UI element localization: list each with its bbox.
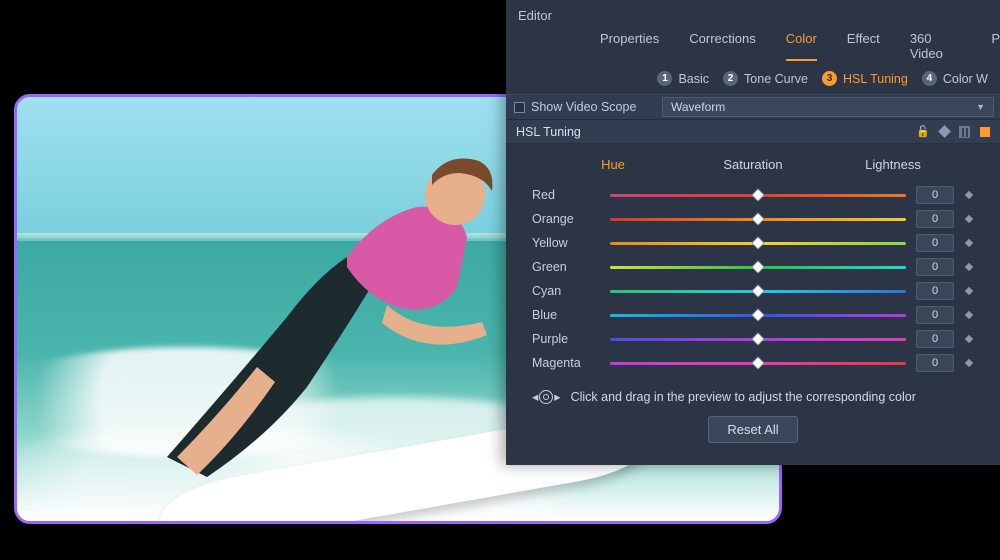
slider-thumb[interactable] [751, 236, 764, 249]
target-picker-icon[interactable]: ◂▸ [532, 389, 561, 404]
keyframe-diamond-icon[interactable] [965, 263, 973, 271]
checkbox-icon [514, 102, 525, 113]
red-slider[interactable] [610, 188, 906, 202]
hint-text: Click and drag in the preview to adjust … [571, 390, 916, 404]
slider-row-cyan: Cyan 0 [532, 279, 974, 303]
orange-slider[interactable] [610, 212, 906, 226]
slider-row-purple: Purple 0 [532, 327, 974, 351]
green-slider[interactable] [610, 260, 906, 274]
tab-p[interactable]: P [991, 31, 1000, 61]
cyan-slider[interactable] [610, 284, 906, 298]
keyframe-diamond-icon[interactable] [965, 359, 973, 367]
subtab-label: Color W [943, 72, 988, 86]
tab-properties[interactable]: Properties [600, 31, 659, 61]
enable-toggle-icon[interactable] [980, 127, 990, 137]
keyframe-diamond-icon[interactable] [965, 311, 973, 319]
subtab-label: Basic [678, 72, 709, 86]
slider-thumb[interactable] [751, 332, 764, 345]
slider-thumb[interactable] [751, 284, 764, 297]
scope-row: Show Video Scope Waveform ▼ [506, 94, 1000, 120]
hsl-tab-hue[interactable]: Hue [543, 152, 683, 177]
scope-select[interactable]: Waveform ▼ [662, 97, 994, 117]
slider-label: Green [532, 260, 600, 274]
main-tabs: Properties Corrections Color Effect 360 Vide… [506, 27, 1000, 65]
trash-icon[interactable] [959, 126, 970, 138]
yellow-slider[interactable] [610, 236, 906, 250]
blue-slider[interactable] [610, 308, 906, 322]
color-sliders: Red0Orange0Yellow0Green0Cyan0Blue0Purple… [506, 181, 1000, 377]
slider-label: Red [532, 188, 600, 202]
subtab-basic[interactable]: 1 Basic [657, 71, 709, 86]
surfer-figure [87, 94, 557, 524]
slider-label: Yellow [532, 236, 600, 250]
keyframe-diamond-icon[interactable] [965, 335, 973, 343]
chevron-down-icon: ▼ [976, 102, 985, 112]
section-header: HSL Tuning 🔓 [506, 120, 1000, 144]
select-value: Waveform [671, 100, 725, 114]
subtab-tone-curve[interactable]: 2 Tone Curve [723, 71, 808, 86]
slider-row-magenta: Magenta 0 [532, 351, 974, 375]
hsl-tab-lightness[interactable]: Lightness [823, 152, 963, 177]
slider-value-input[interactable]: 0 [916, 306, 954, 324]
drag-hint: ◂▸ Click and drag in the preview to adju… [532, 389, 974, 404]
step-number-icon: 1 [657, 71, 672, 86]
panel-title: Editor [506, 0, 1000, 27]
slider-value-input[interactable]: 0 [916, 330, 954, 348]
slider-thumb[interactable] [751, 260, 764, 273]
slider-thumb[interactable] [751, 212, 764, 225]
checkbox-label: Show Video Scope [531, 100, 636, 114]
slider-value-input[interactable]: 0 [916, 186, 954, 204]
slider-label: Cyan [532, 284, 600, 298]
slider-row-red: Red 0 [532, 183, 974, 207]
tab-360-video[interactable]: 360 Video [910, 31, 962, 61]
keyframe-diamond-icon[interactable] [965, 215, 973, 223]
slider-value-input[interactable]: 0 [916, 234, 954, 252]
step-number-icon: 3 [822, 71, 837, 86]
keyframe-diamond-icon[interactable] [965, 287, 973, 295]
slider-thumb[interactable] [751, 188, 764, 201]
slider-value-input[interactable]: 0 [916, 258, 954, 276]
subtab-hsl-tuning[interactable]: 3 HSL Tuning [822, 71, 908, 86]
show-video-scope-checkbox[interactable]: Show Video Scope [506, 100, 656, 114]
slider-row-yellow: Yellow 0 [532, 231, 974, 255]
slider-label: Blue [532, 308, 600, 322]
subtab-label: Tone Curve [744, 72, 808, 86]
lock-icon[interactable]: 🔓 [916, 125, 930, 138]
slider-value-input[interactable]: 0 [916, 282, 954, 300]
keyframe-icon[interactable] [938, 125, 951, 138]
slider-row-orange: Orange 0 [532, 207, 974, 231]
slider-row-blue: Blue 0 [532, 303, 974, 327]
tab-corrections[interactable]: Corrections [689, 31, 755, 61]
slider-label: Purple [532, 332, 600, 346]
editor-panel: Editor Properties Corrections Color Effect 3… [506, 0, 1000, 465]
subtab-color-w[interactable]: 4 Color W [922, 71, 988, 86]
section-title: HSL Tuning [516, 125, 581, 139]
subtab-label: HSL Tuning [843, 72, 908, 86]
hsl-tab-saturation[interactable]: Saturation [683, 152, 823, 177]
slider-thumb[interactable] [751, 356, 764, 369]
slider-label: Magenta [532, 356, 600, 370]
purple-slider[interactable] [610, 332, 906, 346]
hsl-subtabs: HueSaturationLightness [532, 152, 974, 177]
magenta-slider[interactable] [610, 356, 906, 370]
keyframe-diamond-icon[interactable] [965, 191, 973, 199]
step-number-icon: 4 [922, 71, 937, 86]
tab-color[interactable]: Color [786, 31, 817, 61]
tab-effect[interactable]: Effect [847, 31, 880, 61]
step-number-icon: 2 [723, 71, 738, 86]
reset-all-button[interactable]: Reset All [708, 416, 797, 443]
slider-value-input[interactable]: 0 [916, 354, 954, 372]
slider-thumb[interactable] [751, 308, 764, 321]
keyframe-diamond-icon[interactable] [965, 239, 973, 247]
slider-value-input[interactable]: 0 [916, 210, 954, 228]
slider-label: Orange [532, 212, 600, 226]
slider-row-green: Green 0 [532, 255, 974, 279]
sub-tabs: 1 Basic 2 Tone Curve 3 HSL Tuning 4 Color W [506, 65, 1000, 94]
